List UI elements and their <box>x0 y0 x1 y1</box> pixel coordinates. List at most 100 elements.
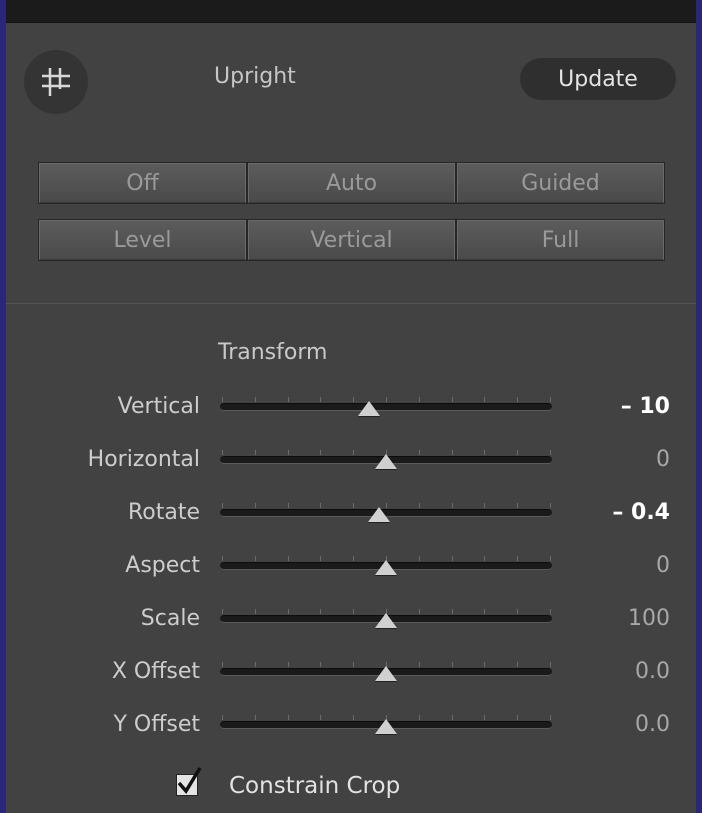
slider-tick <box>320 609 321 614</box>
slider-tick <box>452 662 453 667</box>
slider-thumb-y-offset[interactable] <box>375 719 397 734</box>
slider-tick <box>452 503 453 508</box>
slider-tick <box>517 715 518 720</box>
crop-grid-icon <box>42 68 70 96</box>
slider-tick <box>353 397 354 402</box>
slider-tick <box>222 609 223 614</box>
slider-tick <box>517 450 518 455</box>
slider-tick <box>255 503 256 508</box>
slider-tick <box>484 450 485 455</box>
slider-tick <box>419 397 420 402</box>
slider-tick <box>353 450 354 455</box>
slider-tick <box>452 450 453 455</box>
slider-tick <box>419 503 420 508</box>
slider-tick <box>255 715 256 720</box>
slider-tick <box>255 662 256 667</box>
slider-tick <box>288 715 289 720</box>
slider-row-y-offset: Y Offset 0.0 <box>0 704 702 744</box>
slider-label-aspect: Aspect <box>125 553 200 578</box>
slider-tick <box>222 503 223 508</box>
slider-tick <box>222 397 223 402</box>
section-divider <box>6 303 696 304</box>
slider-tick <box>452 556 453 561</box>
slider-value-rotate[interactable]: – 0.4 <box>612 500 670 525</box>
slider-tick <box>550 662 551 667</box>
slider-label-vertical: Vertical <box>117 394 200 419</box>
upright-off-button[interactable]: Off <box>39 163 246 203</box>
slider-tick <box>517 609 518 614</box>
upright-vertical-button[interactable]: Vertical <box>248 220 455 260</box>
slider-tick <box>255 556 256 561</box>
slider-thumb-x-offset[interactable] <box>375 666 397 681</box>
slider-tick <box>353 556 354 561</box>
slider-tick <box>222 450 223 455</box>
top-bar <box>6 0 696 23</box>
slider-tick <box>419 450 420 455</box>
slider-value-x-offset[interactable]: 0.0 <box>635 659 670 684</box>
slider-tick <box>550 609 551 614</box>
upright-mode-row-2: Level Vertical Full <box>38 219 665 261</box>
slider-label-x-offset: X Offset <box>111 659 200 684</box>
slider-tick <box>452 715 453 720</box>
slider-tick <box>550 503 551 508</box>
slider-value-aspect[interactable]: 0 <box>656 553 670 578</box>
slider-tick <box>484 556 485 561</box>
slider-ticks <box>222 397 551 403</box>
slider-tick <box>419 609 420 614</box>
slider-tick <box>288 397 289 402</box>
slider-tick <box>288 609 289 614</box>
slider-tick <box>255 397 256 402</box>
update-button[interactable]: Update <box>520 58 676 100</box>
slider-tick <box>255 609 256 614</box>
slider-tick <box>386 397 387 402</box>
constrain-crop-label: Constrain Crop <box>229 773 401 799</box>
upright-guided-button[interactable]: Guided <box>457 163 664 203</box>
slider-tick <box>222 556 223 561</box>
slider-tick <box>517 503 518 508</box>
upright-mode-row-1: Off Auto Guided <box>38 162 665 204</box>
slider-tick <box>320 715 321 720</box>
slider-tick <box>452 397 453 402</box>
slider-thumb-vertical[interactable] <box>358 401 380 416</box>
slider-tick <box>320 556 321 561</box>
slider-thumb-scale[interactable] <box>375 613 397 628</box>
slider-track-vertical[interactable] <box>220 403 552 411</box>
slider-thumb-aspect[interactable] <box>375 560 397 575</box>
slider-tick <box>222 715 223 720</box>
slider-tick <box>484 715 485 720</box>
slider-row-x-offset: X Offset 0.0 <box>0 651 702 691</box>
slider-tick <box>517 662 518 667</box>
slider-tick <box>353 609 354 614</box>
constrain-crop-checkbox[interactable] <box>176 767 202 796</box>
upright-level-button[interactable]: Level <box>39 220 246 260</box>
slider-tick <box>288 503 289 508</box>
slider-tick <box>255 450 256 455</box>
slider-tick <box>484 609 485 614</box>
slider-tick <box>517 556 518 561</box>
slider-tick <box>353 715 354 720</box>
slider-thumb-rotate[interactable] <box>368 507 390 522</box>
slider-thumb-horizontal[interactable] <box>375 454 397 469</box>
slider-label-horizontal: Horizontal <box>87 447 200 472</box>
slider-tick <box>288 556 289 561</box>
slider-row-vertical: Vertical – 10 <box>0 386 702 426</box>
crop-overlay-button[interactable] <box>24 50 88 114</box>
slider-value-vertical[interactable]: – 10 <box>621 394 670 419</box>
upright-full-button[interactable]: Full <box>457 220 664 260</box>
slider-tick <box>484 503 485 508</box>
upright-auto-button[interactable]: Auto <box>248 163 455 203</box>
slider-tick <box>320 397 321 402</box>
slider-tick <box>320 450 321 455</box>
slider-tick <box>320 662 321 667</box>
slider-tick <box>419 662 420 667</box>
slider-tick <box>353 503 354 508</box>
slider-value-horizontal[interactable]: 0 <box>656 447 670 472</box>
slider-label-rotate: Rotate <box>127 500 200 525</box>
slider-tick <box>484 662 485 667</box>
slider-tick <box>550 397 551 402</box>
slider-tick <box>320 503 321 508</box>
slider-value-scale[interactable]: 100 <box>628 606 670 631</box>
slider-tick <box>353 662 354 667</box>
slider-tick <box>484 397 485 402</box>
slider-value-y-offset[interactable]: 0.0 <box>635 712 670 737</box>
